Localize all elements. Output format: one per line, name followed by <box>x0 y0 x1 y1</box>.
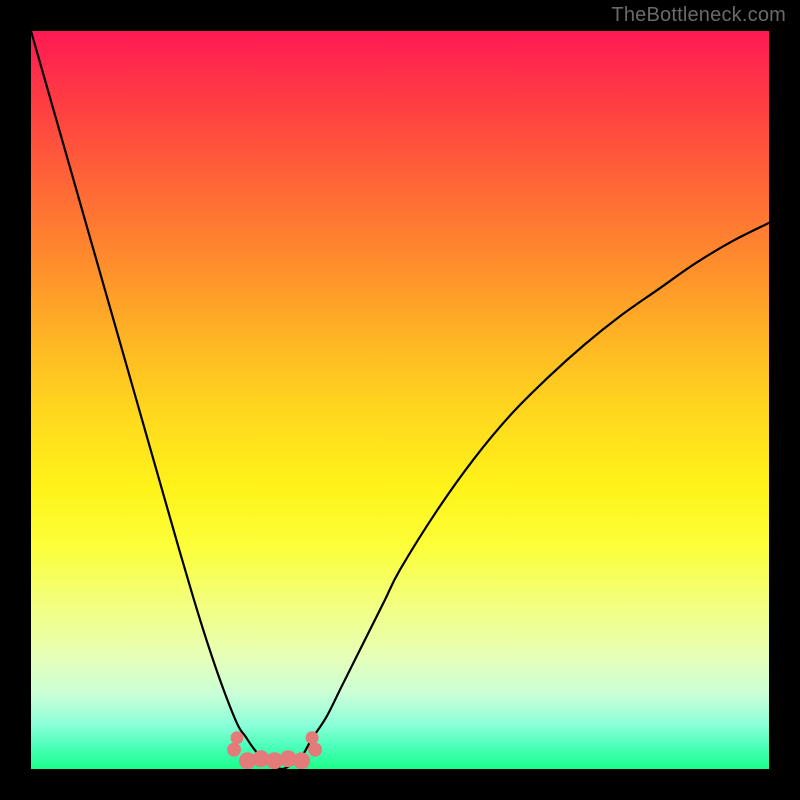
bottleneck-curve <box>31 31 769 769</box>
marker-dot <box>306 731 319 744</box>
marker-dot <box>293 752 310 769</box>
marker-dot <box>231 731 244 744</box>
min-marker-band <box>227 731 322 769</box>
marker-dot <box>308 743 322 757</box>
chart-curve-layer <box>31 31 769 769</box>
watermark-text: TheBottleneck.com <box>611 4 786 27</box>
marker-dot <box>227 743 241 757</box>
chart-plot-area <box>31 31 769 769</box>
